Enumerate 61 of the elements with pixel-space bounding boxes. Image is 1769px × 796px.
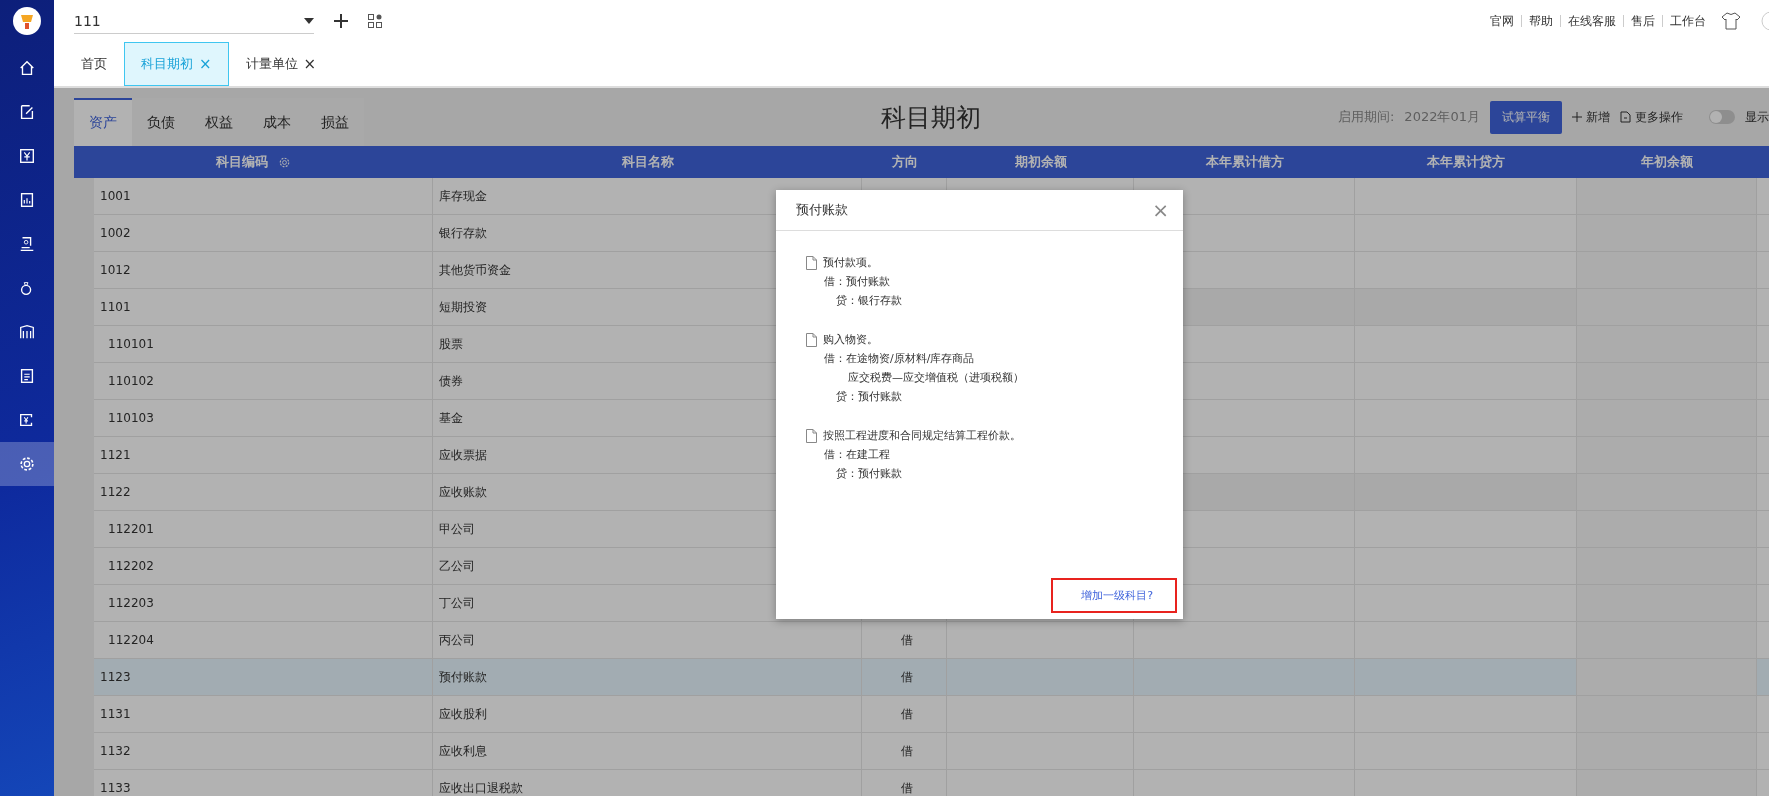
table-cell-text: 110102 [107, 374, 154, 388]
table-cell: 借 [901, 631, 913, 649]
table-cell: 股票 [439, 335, 463, 353]
entry-title: 按照工程进度和合同规定结算工程价款。 [823, 428, 1021, 443]
period-label: 启用期间: [1337, 108, 1395, 126]
table-cell: 应收账款 [439, 483, 487, 501]
table-cell: 1123 [100, 670, 131, 684]
table-cell: 债券 [439, 372, 463, 390]
table-cell: 其他货币资金 [439, 261, 511, 279]
table-cell-text: 112204 [107, 633, 154, 647]
column-header: 方向 [891, 153, 918, 171]
table-cell: 乙公司 [439, 557, 475, 575]
column-header: 科目编码 [216, 153, 268, 171]
table-cell-text: 112201 [107, 522, 154, 536]
column-header: 本年累计借方 [1205, 153, 1284, 171]
table-cell: 应收票据 [439, 446, 487, 464]
table-cell: 应收股利 [439, 705, 487, 723]
entry-line: 借：在建工程 [824, 448, 890, 461]
toggle-label: 显示 [1745, 108, 1769, 126]
table-cell-text: 110101 [107, 337, 154, 351]
entry-line: 应交税费—应交增值税（进项税额） [848, 371, 1024, 384]
table-cell: 1122 [100, 485, 131, 499]
table-cell: 1001 [100, 189, 131, 203]
table-cell: 预付账款 [439, 668, 487, 686]
page-title: 科目期初 [880, 101, 981, 134]
entry-line: 贷：银行存款 [836, 294, 902, 307]
table-cell: 借 [901, 779, 913, 796]
entry-line: 贷：预付账款 [836, 390, 902, 403]
dialog-title: 预付账款 [796, 201, 848, 219]
table-cell: 应收利息 [439, 742, 487, 760]
column-header: 年初余额 [1641, 153, 1693, 171]
entry-line: 借：预付账款 [824, 275, 890, 288]
table-cell: 基金 [439, 409, 463, 427]
table-cell-text: 110103 [107, 411, 154, 425]
table-cell: 1101 [100, 300, 131, 314]
table-cell: 甲公司 [439, 520, 475, 538]
column-header: 本年累计贷方 [1427, 153, 1505, 171]
period-value: 2022年01月 [1404, 108, 1480, 126]
table-cell: 1012 [100, 263, 131, 277]
table-cell: 应收出口退税款 [439, 779, 523, 796]
entry-line: 贷：预付账款 [836, 467, 902, 480]
entry-title: 购入物资。 [823, 332, 878, 347]
table-cell: 短期投资 [439, 298, 487, 316]
table-cell: 库存现金 [439, 187, 487, 205]
table-cell-text: 112203 [107, 596, 154, 610]
table-cell: 1133 [100, 781, 131, 795]
table-cell: 借 [901, 705, 913, 723]
table-cell-text: 112202 [107, 559, 154, 573]
table-cell: 1131 [100, 707, 131, 721]
table-cell: 借 [901, 668, 913, 686]
column-header: 科目名称 [621, 153, 674, 171]
table-cell: 借 [901, 742, 913, 760]
entry-line: 借：在途物资/原材料/库存商品 [824, 352, 975, 365]
table-cell: 1132 [100, 744, 131, 758]
table-cell: 银行存款 [439, 224, 487, 242]
table-cell: 1002 [100, 226, 131, 240]
entry-title: 预付款项。 [823, 255, 878, 270]
table-cell: 丁公司 [439, 594, 475, 612]
table-cell: 1121 [100, 448, 131, 462]
table-cell: 丙公司 [439, 631, 475, 649]
column-header: 期初余额 [1014, 153, 1067, 171]
